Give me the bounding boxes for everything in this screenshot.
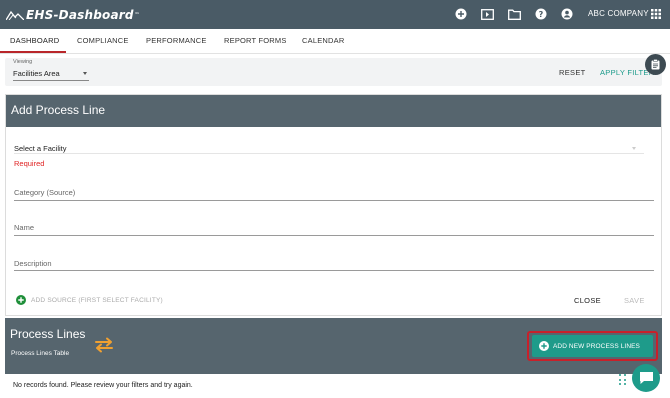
clipboard-button[interactable] (645, 54, 666, 75)
add-process-line-form: Add Process Line Select a Facility Requi… (5, 94, 662, 316)
apps-grid-icon[interactable] (649, 7, 663, 21)
app-logo[interactable]: EHS-Dashboard ™ (6, 7, 140, 23)
tab-report-forms[interactable]: REPORT FORMS (224, 29, 287, 54)
caret-down-icon (83, 72, 87, 75)
close-button[interactable]: CLOSE (574, 296, 601, 305)
add-new-process-lines-label: ADD NEW PROCESS LINES (553, 342, 640, 350)
chat-bubble-icon (639, 372, 653, 384)
chat-button[interactable] (632, 364, 660, 392)
logo-trademark: ™ (134, 12, 140, 18)
save-button[interactable]: SAVE (624, 296, 645, 305)
description-field[interactable]: Description (14, 259, 52, 268)
name-field[interactable]: Name (14, 223, 34, 232)
tab-calendar[interactable]: CALENDAR (302, 29, 344, 54)
required-error: Required (14, 159, 45, 168)
logo-text: EHS-Dashboard (26, 8, 134, 22)
add-source-label: ADD SOURCE (FIRST SELECT FACILITY) (31, 296, 163, 304)
tab-performance[interactable]: PERFORMANCE (146, 29, 207, 54)
process-lines-title: Process Lines (10, 327, 86, 341)
add-circle-icon (16, 295, 26, 305)
help-icon[interactable]: ? (534, 7, 548, 21)
drag-handle-icon[interactable] (618, 373, 628, 387)
filter-bar: Viewing Facilities Area RESET APPLY FILT… (5, 58, 662, 86)
svg-text:?: ? (539, 10, 544, 19)
add-circle-icon (539, 341, 549, 351)
clipboard-icon (651, 59, 660, 70)
viewing-value: Facilities Area (13, 69, 60, 78)
tab-compliance[interactable]: COMPLIANCE (77, 29, 129, 54)
empty-table-message: No records found. Please review your fil… (13, 382, 193, 389)
add-source-button[interactable]: ADD SOURCE (FIRST SELECT FACILITY) (16, 295, 163, 305)
folder-icon[interactable] (507, 7, 521, 21)
viewing-select[interactable]: Facilities Area (13, 67, 89, 81)
viewing-label: Viewing (13, 59, 33, 65)
add-circle-icon[interactable] (454, 7, 468, 21)
form-title: Add Process Line (11, 103, 106, 117)
facility-select[interactable]: Select a Facility (14, 144, 67, 153)
main-nav: DASHBOARD COMPLIANCE PERFORMANCE REPORT … (0, 29, 670, 54)
caret-down-icon (632, 147, 636, 150)
description-underline (14, 270, 654, 271)
process-lines-subtitle: Process Lines Table (11, 350, 70, 357)
account-icon[interactable] (560, 7, 574, 21)
active-tab-indicator (0, 51, 66, 53)
reset-button[interactable]: RESET (559, 68, 586, 77)
facility-underline (14, 153, 644, 154)
company-menu[interactable]: ABC COMPANY (588, 9, 649, 18)
category-underline (14, 200, 654, 201)
category-field[interactable]: Category (Source) (14, 188, 75, 197)
top-bar: EHS-Dashboard ™ ? ABC COMPANY (0, 0, 670, 29)
logo-mountains-icon (6, 10, 24, 20)
process-lines-header: Process Lines Process Lines Table ADD NE… (5, 318, 662, 374)
form-header: Add Process Line (6, 95, 661, 127)
add-new-process-lines-button[interactable]: ADD NEW PROCESS LINES (532, 335, 653, 357)
name-underline (14, 235, 654, 236)
presentation-icon[interactable] (480, 7, 494, 21)
swap-arrows-icon[interactable] (93, 337, 115, 353)
